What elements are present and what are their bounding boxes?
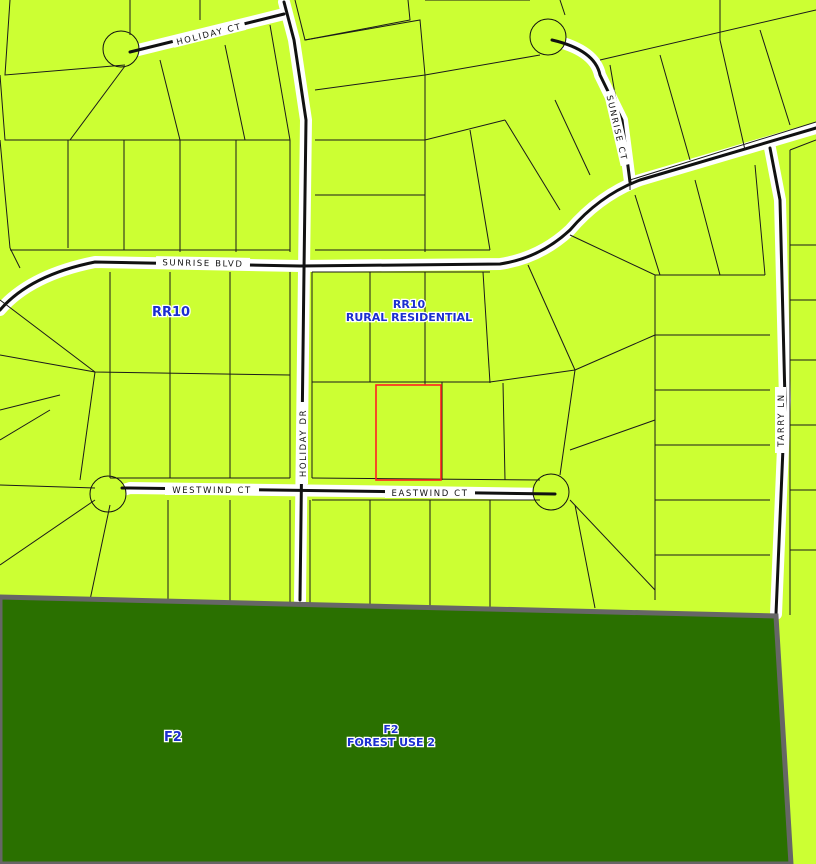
- zone-label-f2-center-code: F2: [383, 723, 398, 736]
- holiday-dr-label: HOLIDAY DR: [299, 409, 309, 477]
- tarry-ln-label: TARRY LN: [777, 393, 787, 447]
- zoning-map[interactable]: HOLIDAY CT SUNRISE CT SUNRISE BLVD HOLID…: [0, 0, 816, 864]
- zone-label-rr10-center-name: RURAL RESIDENTIAL: [346, 311, 472, 324]
- zone-label-f2-center-name: FOREST USE 2: [347, 736, 435, 749]
- street-label-westwind-ct: WESTWIND CT: [165, 484, 259, 496]
- street-label-eastwind-ct: EASTWIND CT: [385, 487, 475, 499]
- zone-label-rr10-left: RR10: [152, 305, 190, 320]
- street-label-sunrise-blvd: SUNRISE BLVD: [155, 256, 251, 270]
- westwind-ct-label: WESTWIND CT: [172, 486, 252, 496]
- zone-label-f2-left: F2: [164, 730, 182, 745]
- zone-label-rr10-center-code: RR10: [393, 298, 426, 311]
- street-label-holiday-dr: HOLIDAY DR: [297, 402, 309, 484]
- eastwind-ct-label: EASTWIND CT: [391, 489, 468, 499]
- sunrise-blvd-label: SUNRISE BLVD: [162, 258, 243, 269]
- street-label-tarry-ln: TARRY LN: [775, 387, 787, 453]
